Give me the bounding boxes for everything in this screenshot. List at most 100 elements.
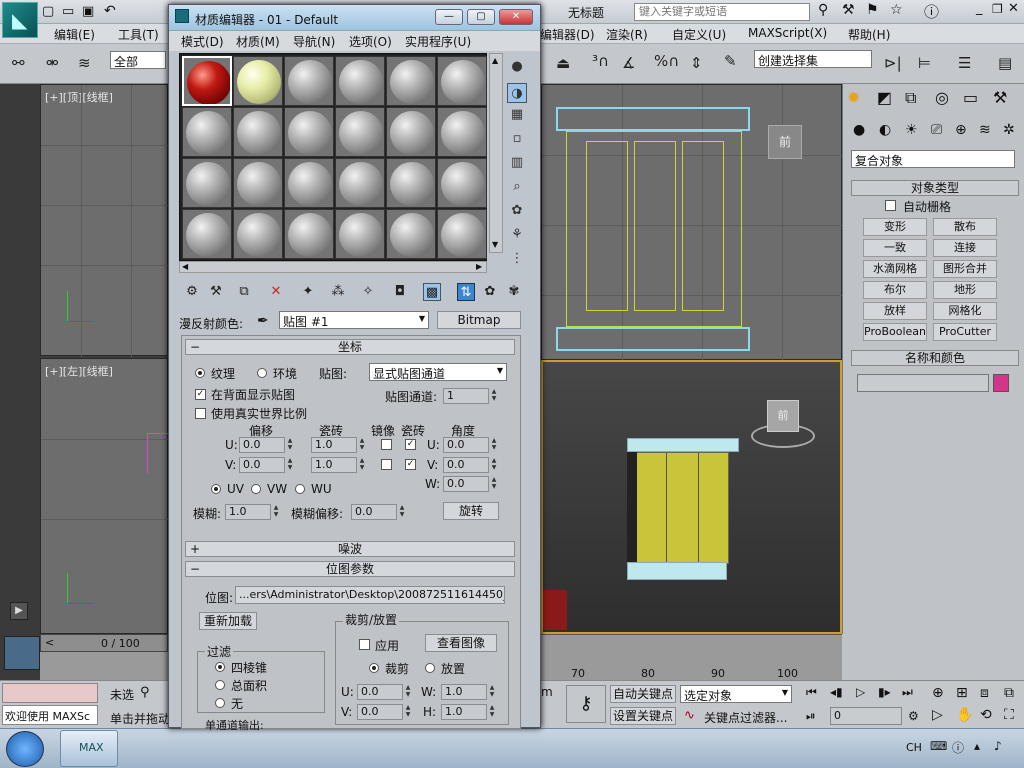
viewport-top-label[interactable]: [+][顶][线框]	[45, 89, 113, 105]
auto-key-button[interactable]: 自动关键点	[610, 685, 676, 703]
filter-none-radio[interactable]	[215, 698, 225, 708]
menu-maxscript[interactable]: MAXScript(X)	[748, 26, 827, 40]
material-slot-5[interactable]	[386, 56, 436, 106]
options-icon[interactable]: ✿	[507, 201, 527, 221]
crop-h-field[interactable]: 1.0	[441, 704, 487, 720]
viewport-top[interactable]: [+][顶][线框]	[40, 84, 169, 357]
pan-icon[interactable]: ✋	[956, 707, 973, 723]
v-angle-spinner[interactable]: ▲ ▼	[489, 457, 499, 473]
key-mode-dropdown[interactable]: 选定对象	[680, 685, 792, 703]
material-slot-9[interactable]	[284, 107, 334, 157]
material-slot-8[interactable]	[233, 107, 283, 157]
map-name-dropdown[interactable]: 贴图 #1	[279, 311, 429, 329]
place-radio[interactable]	[425, 663, 435, 673]
spacewarps-icon[interactable]: ≋	[979, 122, 991, 138]
material-slot-1[interactable]	[182, 56, 232, 106]
connect-button[interactable]: 连接	[933, 239, 997, 257]
key-mode-icon[interactable]: ⏯	[806, 709, 816, 724]
blur-offset-field[interactable]: 0.0	[351, 504, 397, 520]
go-forward-sibling-icon[interactable]: ✾	[505, 283, 523, 301]
background-icon[interactable]: ▦	[507, 105, 527, 125]
edit-named-sets-icon[interactable]: ✎	[724, 52, 737, 70]
snap-3-icon[interactable]: ³∩	[592, 52, 609, 70]
auto-grid-checkbox[interactable]	[885, 200, 896, 211]
keyboard-icon[interactable]: ⌨	[930, 739, 947, 753]
crop-h-spinner[interactable]: ▲ ▼	[487, 704, 497, 720]
material-slot-12[interactable]	[437, 107, 487, 157]
make-copy-icon[interactable]: ✦	[299, 283, 317, 301]
close-icon[interactable]: ✕	[1008, 1, 1019, 16]
v-tiling-spinner[interactable]: ▲ ▼	[357, 457, 367, 473]
scatter-button[interactable]: 散布	[933, 218, 997, 236]
binoculars-icon[interactable]: ⚲	[818, 2, 828, 18]
blur-spinner[interactable]: ▲ ▼	[271, 504, 281, 520]
wu-radio[interactable]	[295, 484, 305, 494]
blur-field[interactable]: 1.0	[225, 504, 271, 520]
v-offset-field[interactable]: 0.0	[239, 457, 285, 473]
material-slot-23[interactable]	[386, 209, 436, 259]
v-angle-field[interactable]: 0.0	[443, 457, 489, 473]
category-dropdown[interactable]: 复合对象	[851, 150, 1015, 168]
blur-offset-spinner[interactable]: ▲ ▼	[397, 504, 407, 520]
hierarchy-tab-icon[interactable]: ⧉	[905, 88, 916, 108]
v-tiling-field[interactable]: 1.0	[311, 457, 357, 473]
key-filters-button[interactable]: 关键点过滤器...	[704, 709, 787, 726]
menu-options[interactable]: 选项(O)	[349, 33, 392, 50]
lights-icon[interactable]: ☀	[905, 122, 918, 138]
material-slot-18[interactable]	[437, 158, 487, 208]
uv-radio[interactable]	[211, 484, 221, 494]
exchange-icon[interactable]: ⚑	[866, 2, 879, 18]
reset-map-icon[interactable]: ✕	[267, 283, 285, 301]
named-selection-dropdown[interactable]: 创建选择集	[754, 50, 872, 68]
v-offset-spinner[interactable]: ▲ ▼	[285, 457, 295, 473]
menu-mode[interactable]: 模式(D)	[181, 33, 224, 50]
bitmap-params-rollout-header[interactable]: − 位图参数	[185, 561, 515, 577]
material-slot-4[interactable]	[335, 56, 385, 106]
link-icon[interactable]: ⚯	[12, 54, 25, 72]
zoom-all-icon[interactable]: ⊞	[956, 685, 968, 701]
u-tiling-spinner[interactable]: ▲ ▼	[357, 437, 367, 453]
filter-summed-radio[interactable]	[215, 680, 225, 690]
graphite-toggle-icon[interactable]: ▤	[998, 54, 1012, 72]
menu-material[interactable]: 材质(M)	[236, 33, 280, 50]
material-slot-10[interactable]	[335, 107, 385, 157]
search-input[interactable]	[634, 3, 810, 21]
percent-snap-icon[interactable]: %∩	[654, 52, 679, 70]
sample-type-icon[interactable]: ●	[507, 57, 527, 77]
motion-tab-icon[interactable]: ◎	[935, 88, 949, 107]
put-to-scene-icon[interactable]: ⚒	[207, 283, 225, 301]
time-slider-left-arrow[interactable]: <	[45, 636, 54, 649]
show-map-in-viewport-icon[interactable]: ▩	[423, 283, 441, 301]
show-end-result-icon[interactable]: ⇅	[457, 283, 475, 301]
real-world-checkbox[interactable]	[195, 408, 206, 419]
assign-to-selection-icon[interactable]: ⧉	[235, 283, 253, 301]
crop-w-field[interactable]: 1.0	[441, 684, 487, 700]
viewport-left-label[interactable]: [+][左][线框]	[45, 363, 113, 379]
layer-manager-icon[interactable]: ☰	[958, 54, 971, 72]
taskbar-3dsmax[interactable]: MAX	[60, 730, 118, 767]
blobmesh-button[interactable]: 水滴网格	[863, 260, 927, 278]
track-bar-right[interactable]: 70 80 90 100	[541, 634, 842, 680]
w-angle-field[interactable]: 0.0	[443, 476, 489, 492]
loft-button[interactable]: 放样	[863, 302, 927, 320]
undo-icon[interactable]: ↶	[104, 3, 116, 19]
u-tile-checkbox[interactable]: ✓	[405, 439, 416, 450]
key-icon[interactable]: ⚷	[566, 685, 606, 723]
time-config-icon[interactable]: ⚙	[908, 709, 919, 723]
fov-icon[interactable]: ▷	[932, 707, 943, 723]
material-map-navigator-icon[interactable]: ⋮	[507, 249, 527, 269]
save-icon[interactable]: ▣	[82, 4, 94, 19]
material-slot-19[interactable]	[182, 209, 232, 259]
crop-w-spinner[interactable]: ▲ ▼	[487, 684, 497, 700]
zoom-extents-icon[interactable]: ⧈	[980, 685, 989, 701]
filter-pyramid-radio[interactable]	[215, 662, 225, 672]
name-color-header[interactable]: 名称和颜色	[851, 350, 1019, 366]
selection-filter-dropdown[interactable]: 全部	[110, 51, 166, 69]
language-indicator[interactable]: CH	[906, 741, 922, 754]
time-slider[interactable]: < 0 / 100	[40, 634, 168, 652]
u-offset-spinner[interactable]: ▲ ▼	[285, 437, 295, 453]
play-icon[interactable]: ▷	[856, 685, 865, 699]
minimize-icon[interactable]: _	[976, 1, 983, 16]
shapemerge-button[interactable]: 图形合并	[933, 260, 997, 278]
set-key-button[interactable]: 设置关键点	[610, 707, 676, 725]
